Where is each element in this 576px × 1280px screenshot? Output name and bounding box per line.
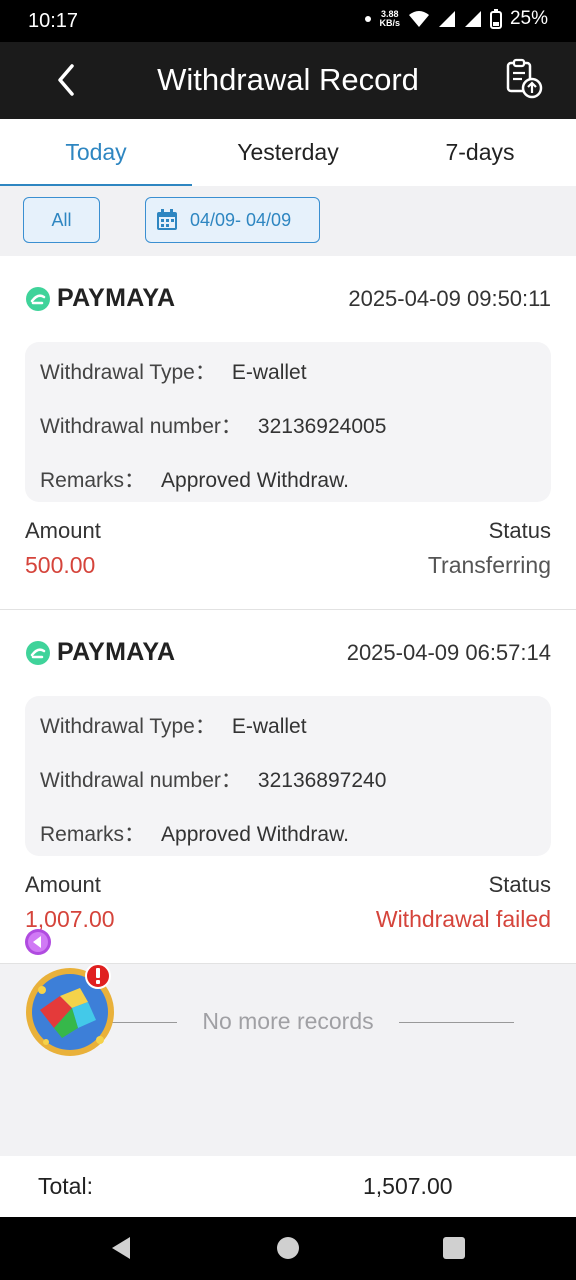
withdrawal-type-value: E-wallet xyxy=(231,361,307,384)
wifi-icon xyxy=(408,11,429,27)
total-label: Total: xyxy=(38,1173,93,1199)
withdrawal-record[interactable]: PAYMAYA 2025-04-09 06:57:14 Withdrawal T… xyxy=(0,610,576,964)
signal-icon xyxy=(438,11,455,27)
battery-percent: 25% xyxy=(509,8,548,29)
remarks-label: Remarks： xyxy=(40,469,146,492)
paymaya-logo-icon xyxy=(26,286,50,311)
status-value: Withdrawal failed xyxy=(375,906,551,932)
net-speed: 3.88 KB/s xyxy=(379,10,400,28)
status-label: Status xyxy=(488,518,551,543)
withdrawal-type-label: Withdrawal Type： xyxy=(40,715,216,738)
record-header: PAYMAYA 2025-04-09 09:50:11 xyxy=(25,284,551,314)
brand-name: PAYMAYA xyxy=(57,638,176,666)
tab-7-days[interactable]: 7-days xyxy=(384,119,576,186)
withdrawal-number-label: Withdrawal number： xyxy=(40,415,242,438)
page-title: Withdrawal Record xyxy=(157,62,419,97)
nav-home-icon[interactable] xyxy=(276,1236,300,1260)
tab-yesterday[interactable]: Yesterday xyxy=(192,119,384,186)
payment-brand: PAYMAYA xyxy=(25,638,175,667)
status-value: Transferring xyxy=(427,552,551,578)
record-datetime: 2025-04-09 09:50:11 xyxy=(348,286,551,311)
signal-icon-2 xyxy=(464,11,481,27)
record-details: Withdrawal Type： E-wallet Withdrawal numb… xyxy=(25,342,551,502)
system-nav-bar xyxy=(0,1217,576,1280)
total-value: 1,507.00 xyxy=(363,1173,453,1199)
tab-today[interactable]: Today xyxy=(0,119,192,186)
withdrawal-type-label: Withdrawal Type： xyxy=(40,361,216,384)
calendar-icon xyxy=(157,209,177,230)
filter-bar: All 04/09- 04/09 xyxy=(0,186,576,256)
status-label: Status xyxy=(488,872,551,897)
filter-all-button[interactable]: All xyxy=(23,197,100,243)
withdrawal-number-value: 32136924005 xyxy=(257,415,387,438)
status-time: 10:17 xyxy=(28,10,79,32)
withdrawal-number-label: Withdrawal number： xyxy=(40,769,242,792)
game-promo-icon[interactable] xyxy=(26,962,118,1058)
withdrawal-type-row: Withdrawal Type： E-wallet xyxy=(40,356,307,386)
withdrawal-type-row: Withdrawal Type： E-wallet xyxy=(40,710,307,740)
notification-dot-icon xyxy=(365,16,372,22)
withdrawal-number-row: Withdrawal number： 32136897240 xyxy=(40,764,386,794)
total-bar: Total: 1,507.00 xyxy=(0,1156,576,1217)
date-tabs: Today Yesterday 7-days xyxy=(0,119,576,186)
status-icons: 3.88 KB/s 25% xyxy=(365,8,548,30)
brand-name: PAYMAYA xyxy=(57,284,176,312)
withdrawal-number-value: 32136897240 xyxy=(257,769,387,792)
amount-label: Amount xyxy=(25,872,101,897)
withdrawal-type-value: E-wallet xyxy=(231,715,307,738)
floating-collapse-icon[interactable] xyxy=(24,928,52,956)
amount-value: 500.00 xyxy=(25,552,96,578)
status-bar: 10:17 3.88 KB/s 25% xyxy=(0,0,576,42)
net-speed-unit: KB/s xyxy=(379,18,400,28)
date-range-label: 04/09- 04/09 xyxy=(190,209,292,230)
record-datetime: 2025-04-09 06:57:14 xyxy=(346,640,551,665)
withdrawal-record[interactable]: PAYMAYA 2025-04-09 09:50:11 Withdrawal T… xyxy=(0,256,576,610)
date-range-button[interactable]: 04/09- 04/09 xyxy=(145,197,320,243)
remarks-row: Remarks： Approved Withdraw. xyxy=(40,464,349,494)
app-header: Withdrawal Record xyxy=(0,42,576,119)
paymaya-logo-icon xyxy=(26,640,50,665)
clipboard-upload-icon[interactable] xyxy=(504,58,544,100)
remarks-value: Approved Withdraw. xyxy=(161,823,349,846)
payment-brand: PAYMAYA xyxy=(25,284,175,313)
record-header: PAYMAYA 2025-04-09 06:57:14 xyxy=(25,638,551,668)
battery-icon xyxy=(489,9,502,29)
remarks-row: Remarks： Approved Withdraw. xyxy=(40,818,349,848)
amount-label: Amount xyxy=(25,518,101,543)
nav-back-icon[interactable] xyxy=(108,1235,134,1261)
remarks-value: Approved Withdraw. xyxy=(161,469,349,492)
withdrawal-number-row: Withdrawal number： 32136924005 xyxy=(40,410,386,440)
remarks-label: Remarks： xyxy=(40,823,146,846)
record-details: Withdrawal Type： E-wallet Withdrawal numb… xyxy=(25,696,551,856)
nav-recents-icon[interactable] xyxy=(442,1236,466,1260)
divider-right xyxy=(399,1022,514,1023)
